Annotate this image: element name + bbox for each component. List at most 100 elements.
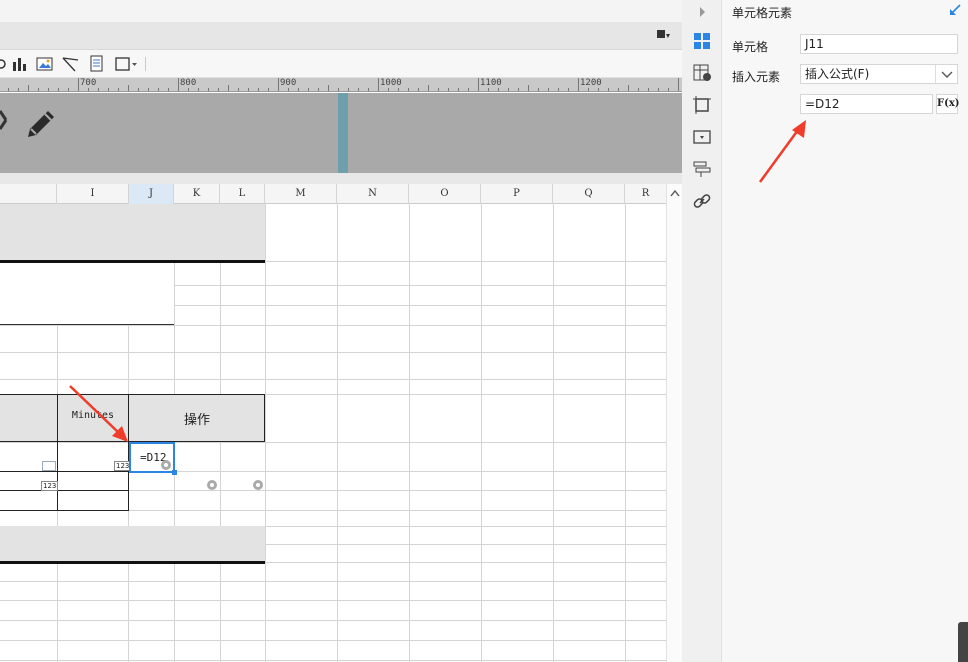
ruler-tick	[278, 78, 279, 91]
cell-address-input[interactable]: J11	[800, 34, 958, 54]
ruler-tick	[218, 88, 219, 91]
ruler-tick	[8, 88, 9, 91]
ruler-label: 1200	[580, 78, 602, 88]
column-header-row: I J K L M N O P Q R	[0, 184, 666, 204]
ruler-tick	[68, 88, 69, 91]
ruler-tick	[238, 88, 239, 91]
page-setting-icon[interactable]	[656, 29, 670, 44]
chart-icon[interactable]	[11, 55, 31, 73]
formula-input[interactable]: =D12	[800, 94, 933, 114]
column-header[interactable]: N	[337, 184, 409, 204]
toolbar-divider	[145, 57, 146, 71]
ruler-tick	[208, 88, 209, 91]
column-header[interactable]: I	[57, 184, 129, 204]
ruler-tick	[198, 88, 199, 91]
arrow-pin-icon[interactable]	[948, 3, 962, 20]
grid-row-line	[0, 640, 666, 641]
edit-icon-partial	[0, 107, 8, 136]
border-dropdown-icon[interactable]	[114, 55, 140, 73]
spreadsheet-grid[interactable]: Minutes 操作 123 123 =D12	[0, 204, 666, 662]
parameter-canvas	[0, 93, 682, 173]
column-header-H[interactable]	[0, 184, 57, 204]
cell-border	[0, 510, 129, 511]
column-header[interactable]: P	[481, 184, 553, 204]
column-header[interactable]: L	[220, 184, 265, 204]
title-band[interactable]	[0, 204, 265, 261]
merged-cell[interactable]	[0, 263, 174, 325]
chevron-right-icon[interactable]	[692, 2, 712, 22]
scroll-up-icon[interactable]	[669, 187, 681, 201]
picture-icon[interactable]	[36, 55, 56, 73]
column-header[interactable]: R	[625, 184, 666, 204]
canvas-boundary-marker[interactable]	[338, 93, 348, 173]
ruler-tick	[498, 88, 499, 91]
ruler-tick	[118, 88, 119, 91]
gear-icon[interactable]	[159, 458, 173, 475]
border-icon[interactable]	[692, 95, 712, 115]
grid-row-line	[0, 352, 666, 353]
ruler-tick	[478, 78, 479, 91]
ruler-tick	[378, 78, 379, 91]
ruler-tick	[598, 88, 599, 91]
ruler-tick	[308, 88, 309, 91]
vertical-scrollbar[interactable]	[666, 184, 682, 662]
resize-grip[interactable]	[958, 622, 968, 662]
ruler-tick	[458, 88, 459, 91]
gear-icon[interactable]	[251, 478, 265, 495]
ruler-tick	[648, 88, 649, 91]
ruler-tick	[668, 88, 669, 91]
ruler-tick	[28, 85, 29, 91]
column-header[interactable]: Q	[553, 184, 625, 204]
ruler-tick	[38, 88, 39, 91]
ruler-tick	[228, 85, 229, 91]
grid-column-line	[553, 204, 554, 662]
formula-editor-button[interactable]: F(x)	[936, 94, 960, 114]
ruler-tick	[98, 88, 99, 91]
column-header[interactable]: M	[265, 184, 337, 204]
footer-band[interactable]	[0, 526, 265, 562]
ruler-tick	[18, 88, 19, 91]
ruler-tick	[78, 78, 79, 91]
gear-icon[interactable]	[205, 478, 219, 495]
cell-border	[0, 324, 174, 325]
column-header[interactable]: O	[409, 184, 481, 204]
ruler: 700 800 900 1000 1100 1200	[0, 78, 682, 92]
ruler-tick	[618, 88, 619, 91]
header-operation[interactable]: 操作	[129, 409, 265, 428]
ruler-tick	[148, 88, 149, 91]
ruler-tick	[398, 88, 399, 91]
ruler-tick	[188, 88, 189, 91]
sub-report-icon[interactable]	[88, 55, 108, 73]
insert-element-select[interactable]: 插入公式(F)	[800, 64, 958, 84]
pencil-icon[interactable]	[24, 107, 58, 144]
widget-icon[interactable]	[692, 127, 712, 147]
slash-cell-icon[interactable]	[62, 55, 82, 73]
cell-attribute-icon[interactable]	[692, 63, 712, 83]
hyperlink-icon[interactable]	[692, 191, 712, 211]
grid-column-line	[337, 204, 338, 662]
splitter[interactable]	[0, 173, 682, 184]
ruler-label: 800	[180, 78, 197, 88]
ruler-tick	[138, 88, 139, 91]
grid-row-line	[0, 600, 666, 601]
cell-element-icon[interactable]	[692, 31, 712, 51]
ruler-tick	[258, 88, 259, 91]
ruler-tick	[548, 88, 549, 91]
annotation-arrow	[69, 385, 128, 442]
ruler-tick	[438, 88, 439, 91]
column-header[interactable]: K	[174, 184, 220, 204]
chevron-down-icon[interactable]	[935, 65, 957, 83]
ruler-tick	[408, 88, 409, 91]
ruler-tick	[178, 78, 179, 91]
ruler-tick	[388, 88, 389, 91]
ruler-tick	[338, 88, 339, 91]
ruler-tick	[248, 88, 249, 91]
column-header-selected[interactable]: J	[129, 184, 174, 204]
ruler-tick	[588, 88, 589, 91]
insert-element-value: 插入公式(F)	[805, 67, 870, 81]
ruler-tick	[418, 88, 419, 91]
condition-icon[interactable]	[692, 159, 712, 179]
cell-border	[0, 490, 129, 491]
ruler-tick	[288, 88, 289, 91]
grid-column-line	[481, 204, 482, 662]
